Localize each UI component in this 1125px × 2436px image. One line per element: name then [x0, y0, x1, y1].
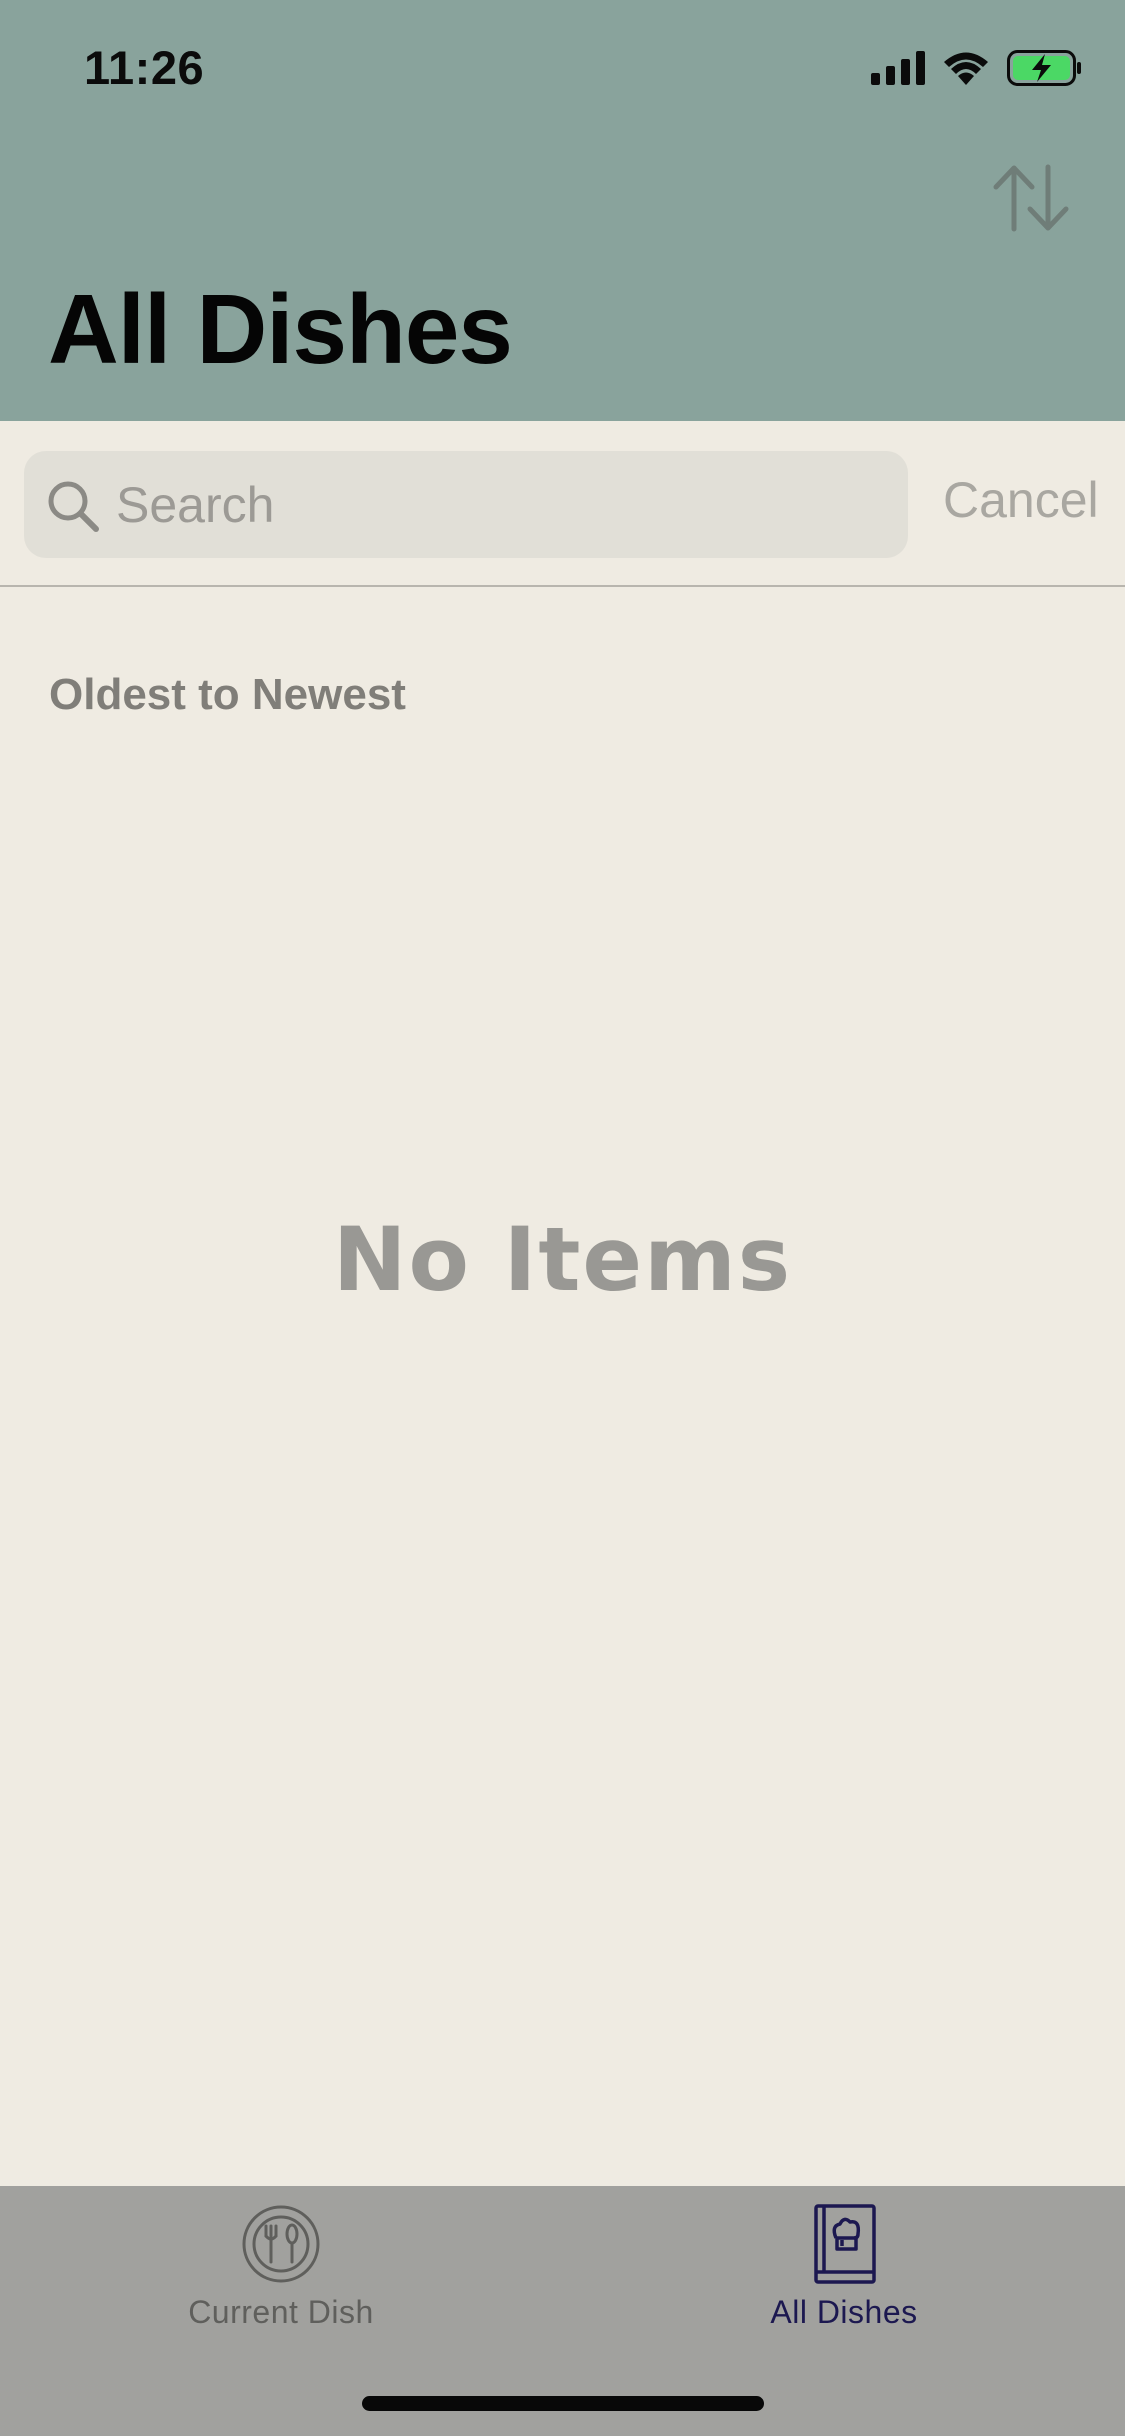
empty-state-message: No Items — [332, 1208, 793, 1311]
battery-charging-icon — [1007, 50, 1081, 86]
sort-order-label: Oldest to Newest — [49, 670, 406, 719]
tab-current-dish[interactable]: Current Dish — [131, 2186, 431, 2356]
cellular-signal-icon — [871, 51, 925, 85]
recipe-book-icon — [814, 2204, 876, 2284]
status-bar-time: 11:26 — [84, 41, 205, 94]
tab-label-current-dish: Current Dish — [188, 2294, 374, 2330]
search-input[interactable] — [116, 451, 886, 558]
search-field[interactable] — [24, 451, 908, 558]
navigation-header: 11:26 All Dishes — [0, 0, 1125, 421]
plate-utensils-icon — [242, 2205, 320, 2283]
sort-arrows-icon — [993, 164, 1069, 231]
page-title: All Dishes — [48, 274, 513, 384]
home-indicator — [362, 2396, 764, 2411]
search-bar: Cancel — [0, 421, 1125, 587]
search-icon — [48, 481, 99, 532]
cancel-button[interactable]: Cancel — [943, 471, 1099, 529]
tab-label-all-dishes: All Dishes — [770, 2294, 918, 2330]
sort-button[interactable] — [990, 160, 1072, 235]
status-bar-icons — [871, 48, 1083, 88]
wifi-icon — [944, 52, 988, 85]
tab-all-dishes[interactable]: All Dishes — [694, 2186, 994, 2356]
